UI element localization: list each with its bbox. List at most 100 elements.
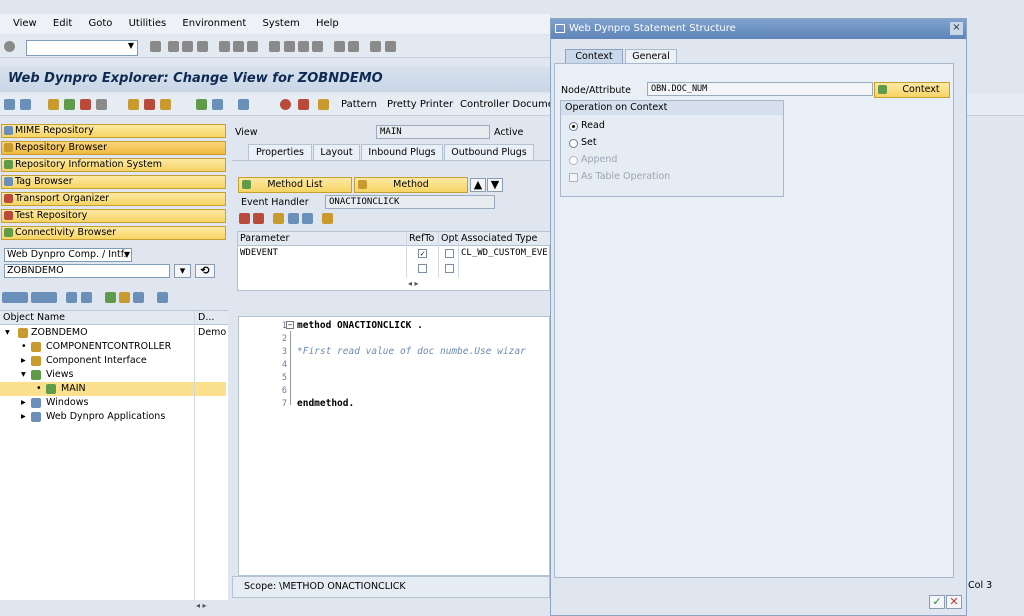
tab-general[interactable]: General <box>625 49 677 64</box>
favorites-icon[interactable] <box>118 292 130 303</box>
menu-edit[interactable]: Edit <box>53 14 72 34</box>
node-attribute-input[interactable]: OBN.DOC_NUM <box>647 82 873 96</box>
table-row[interactable]: WDEVENT ✓ CL_WD_CUSTOM_EVE <box>238 247 550 261</box>
tab-context[interactable]: Context <box>565 49 623 64</box>
menu-system[interactable]: System <box>262 14 299 34</box>
command-field[interactable]: ▼ <box>26 40 138 56</box>
display-object-icon[interactable]: ⟲ <box>195 264 215 278</box>
save-icon[interactable] <box>150 41 161 52</box>
insert-row-icon[interactable] <box>239 213 250 224</box>
test-repository-button[interactable]: Test Repository <box>1 209 226 223</box>
find-next-icon[interactable] <box>247 41 259 52</box>
paste-icon[interactable] <box>301 213 313 224</box>
info-icon[interactable] <box>238 99 249 110</box>
confirm-icon[interactable]: ✓ <box>929 595 945 609</box>
repository-browser-button[interactable]: Repository Browser <box>1 141 226 155</box>
object-type-select[interactable]: Web Dynpro Comp. / Intf. ▼ <box>4 248 132 262</box>
tree-scroll[interactable]: ◂ ▸ <box>196 601 226 611</box>
object-name-input[interactable]: ZOBNDEMO <box>4 264 170 278</box>
breakpoint-icon[interactable] <box>280 99 291 110</box>
method-button[interactable]: Method <box>354 177 468 193</box>
cut-icon[interactable] <box>273 213 285 224</box>
collapse-icon[interactable] <box>80 292 92 303</box>
activate-icon[interactable] <box>96 99 107 110</box>
tab-layout[interactable]: Layout <box>313 144 360 160</box>
prev-page-icon[interactable] <box>283 41 295 52</box>
cancel-icon[interactable]: ✕ <box>946 595 962 609</box>
collapse-block-icon[interactable]: − <box>286 321 294 329</box>
tab-outbound-plugs[interactable]: Outbound Plugs <box>444 144 534 160</box>
menu-help[interactable]: Help <box>316 14 339 34</box>
context-button[interactable]: Context <box>874 82 950 98</box>
tree-row-applications[interactable]: ▸ Web Dynpro Applications <box>0 410 194 424</box>
tree-back-icon[interactable] <box>2 292 28 303</box>
connectivity-browser-button[interactable]: Connectivity Browser <box>1 226 226 240</box>
copy-icon[interactable] <box>287 213 299 224</box>
tree-row-main-selected[interactable]: • MAIN <box>0 382 226 396</box>
hierarchy-icon[interactable] <box>196 99 207 110</box>
radio-set[interactable] <box>569 139 578 148</box>
optional-checkbox[interactable] <box>445 264 454 273</box>
scroll-up-button[interactable]: ▲ <box>470 178 486 192</box>
transport-organizer-button[interactable]: Transport Organizer <box>1 192 226 206</box>
tree-row-windows[interactable]: ▸ Windows <box>0 396 194 410</box>
expand-icon[interactable] <box>66 292 78 303</box>
detail-icon[interactable] <box>321 213 333 224</box>
print-icon[interactable] <box>218 41 230 52</box>
forward-arrow-icon[interactable] <box>20 99 31 110</box>
table-operation-checkbox[interactable] <box>569 173 578 182</box>
tree-row-views[interactable]: ▾ Views <box>0 368 194 382</box>
hierarchy-up-icon[interactable] <box>104 292 116 303</box>
close-tree-icon[interactable] <box>157 292 169 303</box>
pretty-printer-button[interactable]: Pretty Printer <box>387 99 453 110</box>
first-page-icon[interactable] <box>269 41 281 52</box>
refto-checkbox[interactable] <box>418 264 427 273</box>
scroll-down-button[interactable]: ▼ <box>487 178 503 192</box>
controller-document-button[interactable]: Controller Document <box>460 99 564 110</box>
tab-inbound-plugs[interactable]: Inbound Plugs <box>361 144 443 160</box>
refresh-icon[interactable] <box>133 292 145 303</box>
last-page-icon[interactable] <box>311 41 323 52</box>
mime-repository-button[interactable]: MIME Repository <box>1 124 226 138</box>
pattern-button[interactable]: Pattern <box>341 99 377 110</box>
menu-view[interactable]: View <box>13 14 37 34</box>
menu-goto[interactable]: Goto <box>88 14 112 34</box>
back-arrow-icon[interactable] <box>4 99 15 110</box>
navigation-icon[interactable] <box>212 99 223 110</box>
close-icon[interactable]: × <box>950 22 963 35</box>
cancel-icon[interactable] <box>196 41 208 52</box>
enter-icon[interactable] <box>4 41 15 52</box>
delete-row-icon[interactable] <box>253 213 265 224</box>
repository-info-system-button[interactable]: Repository Information System <box>1 158 226 172</box>
display-change-icon[interactable] <box>48 99 59 110</box>
wizard-icon[interactable] <box>318 99 329 110</box>
edit-icon[interactable] <box>144 99 155 110</box>
radio-append[interactable] <box>569 156 578 165</box>
menu-environment[interactable]: Environment <box>182 14 246 34</box>
check-icon[interactable] <box>80 99 91 110</box>
shortcut-icon[interactable] <box>348 41 360 52</box>
tag-browser-button[interactable]: Tag Browser <box>1 175 226 189</box>
tree-row-component[interactable]: ▾ ZOBNDEMO <box>0 326 194 340</box>
table-row[interactable] <box>238 262 550 276</box>
menu-utilities[interactable]: Utilities <box>129 14 167 34</box>
optional-checkbox[interactable] <box>445 249 454 258</box>
tree-row-component-interface[interactable]: ▸ Component Interface <box>0 354 194 368</box>
radio-read[interactable] <box>569 122 578 131</box>
back-icon[interactable] <box>168 41 180 52</box>
tab-properties[interactable]: Properties <box>248 144 312 160</box>
other-object-icon[interactable] <box>64 99 75 110</box>
tree-forward-icon[interactable] <box>31 292 58 303</box>
test-icon[interactable] <box>298 99 309 110</box>
find-icon[interactable] <box>232 41 244 52</box>
refto-checkbox[interactable]: ✓ <box>418 249 427 258</box>
new-session-icon[interactable] <box>334 41 346 52</box>
table-hscroll[interactable]: ◂ ▸ <box>408 279 548 290</box>
exit-icon[interactable] <box>182 41 194 52</box>
dropdown-button[interactable]: ▾ <box>174 264 191 278</box>
code-editor[interactable]: 1 2 3 4 5 6 7 − method ONACTIONCLICK . *… <box>238 316 550 576</box>
where-used-icon[interactable] <box>128 99 139 110</box>
help-icon[interactable] <box>370 41 382 52</box>
layout-icon[interactable] <box>384 41 396 52</box>
next-page-icon[interactable] <box>297 41 309 52</box>
